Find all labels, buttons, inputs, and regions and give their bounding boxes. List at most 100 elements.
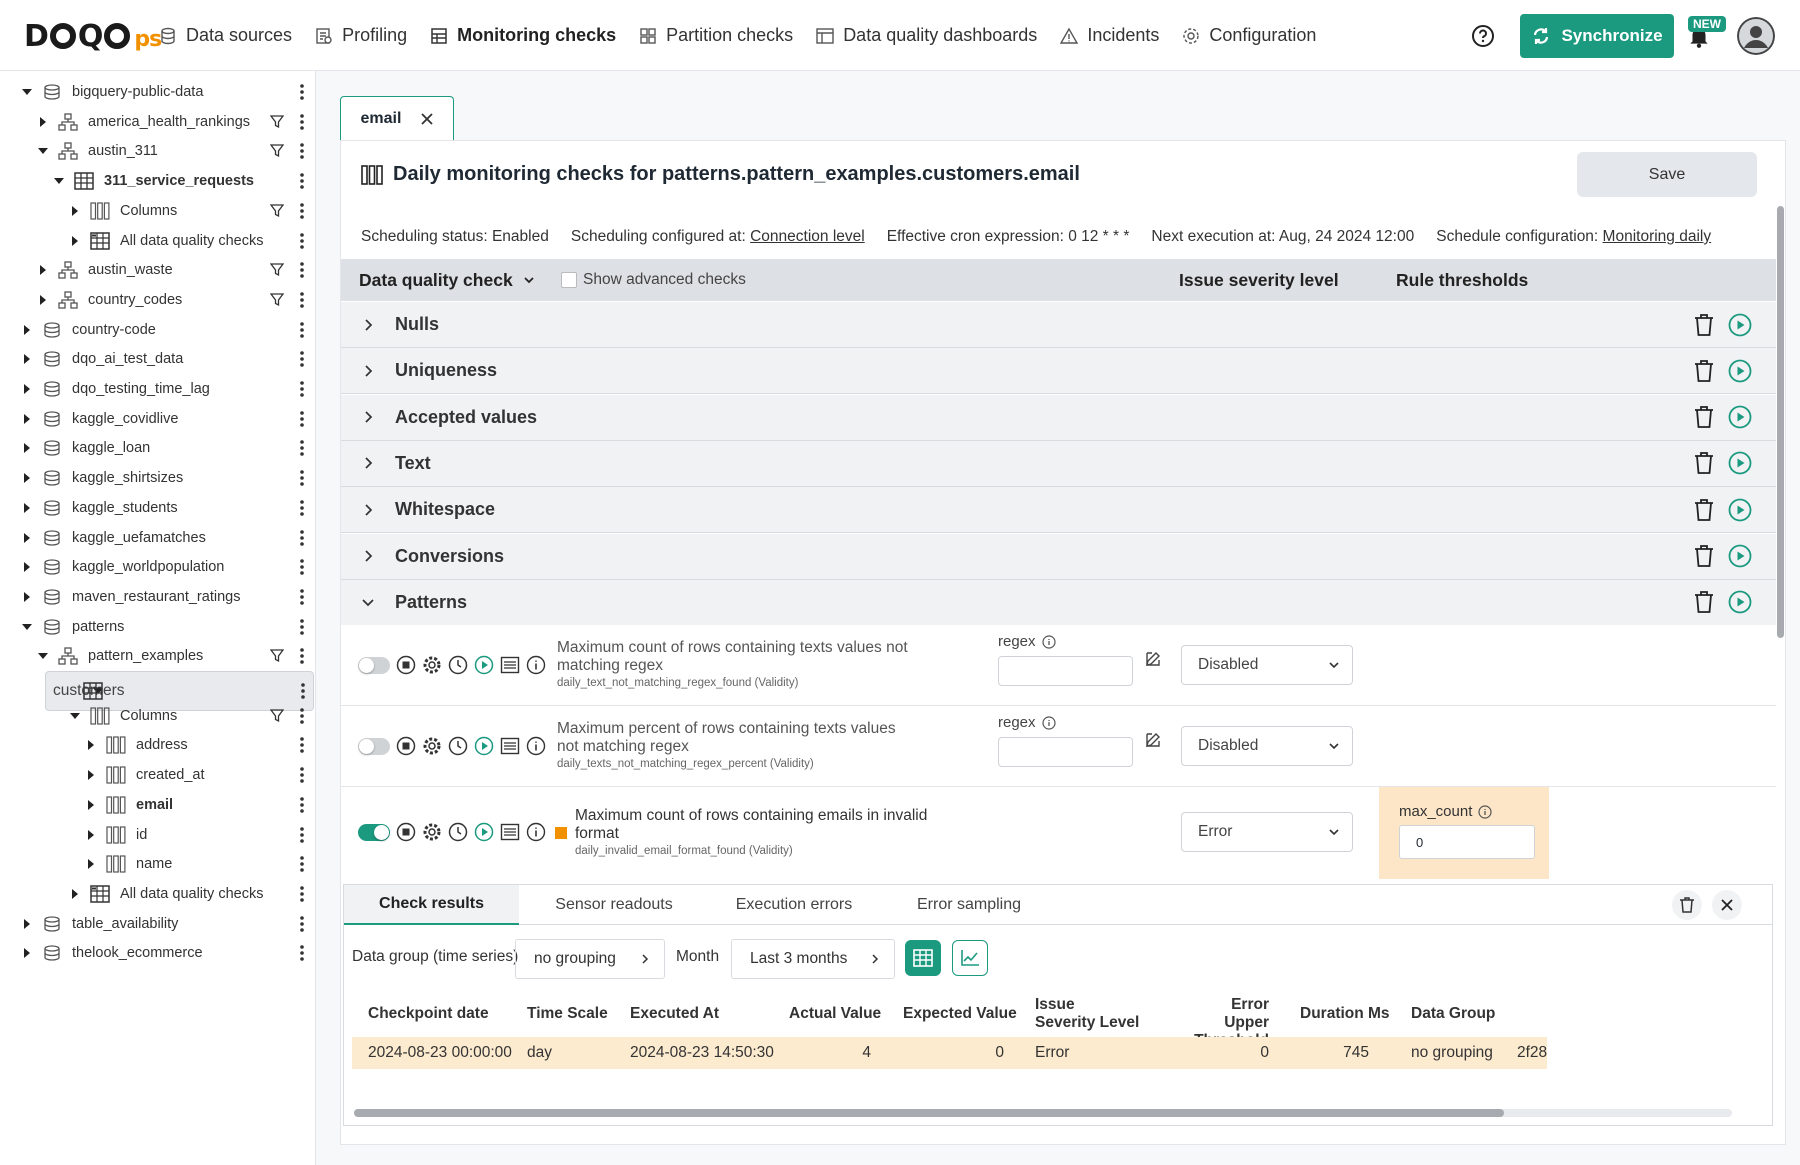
check-enable-toggle[interactable] <box>358 824 390 841</box>
tree-node[interactable]: created_at <box>0 760 314 790</box>
kebab-menu-icon[interactable] <box>299 681 307 701</box>
avatar[interactable] <box>1737 17 1775 55</box>
filter-icon[interactable] <box>270 293 284 307</box>
nav-profiling[interactable]: Profiling <box>314 25 407 46</box>
kebab-menu-icon[interactable] <box>298 884 306 904</box>
run-check-icon[interactable] <box>1728 313 1752 337</box>
tree-node[interactable]: kaggle_covidlive <box>0 404 314 434</box>
clock-icon[interactable] <box>448 822 468 842</box>
dqops-logo[interactable]: D Qps <box>24 18 162 54</box>
data-quality-check-sort[interactable]: Data quality check <box>359 270 535 291</box>
regex-input[interactable] <box>998 656 1133 686</box>
chevron-right-icon[interactable] <box>361 503 375 517</box>
caret-right-icon[interactable] <box>20 441 34 455</box>
caret-right-icon[interactable] <box>20 917 34 931</box>
category-row[interactable]: Accepted values <box>341 394 1776 441</box>
tree-node[interactable]: kaggle_shirtsizes <box>0 463 314 493</box>
tree-node[interactable]: dqo_testing_time_lag <box>0 374 314 404</box>
run-check-icon[interactable] <box>1728 544 1752 568</box>
tree-node[interactable]: maven_restaurant_ratings <box>0 582 314 612</box>
run-check-icon[interactable] <box>1728 405 1752 429</box>
tree-node[interactable]: thelook_ecommerce <box>0 938 314 968</box>
caret-right-icon[interactable] <box>68 234 82 248</box>
chevron-right-icon[interactable] <box>361 549 375 563</box>
gear-icon[interactable] <box>422 736 442 756</box>
tree-node[interactable]: country-code <box>0 315 314 345</box>
info-icon[interactable] <box>526 822 546 842</box>
kebab-menu-icon[interactable] <box>298 943 306 963</box>
caret-right-icon[interactable] <box>68 204 82 218</box>
results-list-icon[interactable] <box>500 736 520 756</box>
horizontal-scrollbar[interactable] <box>354 1109 1732 1117</box>
run-check-icon[interactable] <box>1728 590 1752 614</box>
tree-node[interactable]: country_codes <box>0 285 314 315</box>
category-row[interactable]: Nulls <box>341 302 1776 348</box>
kebab-menu-icon[interactable] <box>298 141 306 161</box>
edit-icon[interactable] <box>1144 650 1162 668</box>
tree-node[interactable]: Columns <box>0 701 314 731</box>
vertical-scrollbar[interactable] <box>1775 206 1785 1146</box>
close-results-button[interactable] <box>1712 890 1742 920</box>
category-row[interactable]: Uniqueness <box>341 348 1776 395</box>
tree-node[interactable]: Columns <box>0 196 314 226</box>
chevron-right-icon[interactable] <box>361 456 375 470</box>
run-check-icon[interactable] <box>474 736 494 756</box>
kebab-menu-icon[interactable] <box>298 468 306 488</box>
run-check-icon[interactable] <box>1728 451 1752 475</box>
results-list-icon[interactable] <box>500 655 520 675</box>
kebab-menu-icon[interactable] <box>298 557 306 577</box>
caret-right-icon[interactable] <box>84 798 98 812</box>
caret-down-icon[interactable] <box>68 709 82 723</box>
stop-icon[interactable] <box>396 822 416 842</box>
kebab-menu-icon[interactable] <box>298 231 306 251</box>
kebab-menu-icon[interactable] <box>298 646 306 666</box>
caret-right-icon[interactable] <box>20 590 34 604</box>
run-check-icon[interactable] <box>474 655 494 675</box>
tree-node[interactable]: patterns <box>0 612 314 642</box>
regex-input[interactable] <box>998 737 1133 767</box>
kebab-menu-icon[interactable] <box>298 438 306 458</box>
nav-monitoring-checks[interactable]: Monitoring checks <box>429 25 616 46</box>
tree-node[interactable]: All data quality checks <box>0 226 314 256</box>
caret-right-icon[interactable] <box>20 531 34 545</box>
tree-node[interactable]: dqo_ai_test_data <box>0 344 314 374</box>
caret-right-icon[interactable] <box>36 293 50 307</box>
info-icon[interactable] <box>1041 634 1056 649</box>
kebab-menu-icon[interactable] <box>298 171 306 191</box>
run-check-icon[interactable] <box>1728 498 1752 522</box>
show-advanced-checkbox[interactable] <box>561 272 577 288</box>
kebab-menu-icon[interactable] <box>298 617 306 637</box>
tree-node[interactable]: bigquery-public-data <box>0 77 314 107</box>
nav-incidents[interactable]: Incidents <box>1059 25 1159 46</box>
close-icon[interactable] <box>421 112 434 125</box>
trash-icon[interactable] <box>1693 498 1715 522</box>
nav-configuration[interactable]: Configuration <box>1181 25 1316 46</box>
tree-node[interactable]: kaggle_worldpopulation <box>0 552 314 582</box>
caret-right-icon[interactable] <box>20 323 34 337</box>
kebab-menu-icon[interactable] <box>298 706 306 726</box>
month-select[interactable]: Last 3 months <box>731 939 895 979</box>
caret-right-icon[interactable] <box>20 560 34 574</box>
show-advanced-checks[interactable]: Show advanced checks <box>561 271 746 289</box>
kebab-menu-icon[interactable] <box>298 587 306 607</box>
nav-dashboards[interactable]: Data quality dashboards <box>815 25 1037 46</box>
trash-icon[interactable] <box>1693 451 1715 475</box>
run-check-icon[interactable] <box>474 822 494 842</box>
kebab-menu-icon[interactable] <box>298 498 306 518</box>
stop-icon[interactable] <box>396 655 416 675</box>
tree-node[interactable]: name <box>0 849 314 879</box>
trash-icon[interactable] <box>1693 313 1715 337</box>
tab-email[interactable]: email <box>340 96 454 140</box>
tree-node[interactable]: america_health_rankings <box>0 107 314 137</box>
chevron-right-icon[interactable] <box>361 318 375 332</box>
tree-node[interactable]: austin_waste <box>0 255 314 285</box>
filter-icon[interactable] <box>270 709 284 723</box>
caret-right-icon[interactable] <box>84 857 98 871</box>
caret-down-icon[interactable] <box>52 174 66 188</box>
category-row[interactable]: Whitespace <box>341 487 1776 534</box>
tree-node[interactable]: kaggle_students <box>0 493 314 523</box>
gear-icon[interactable] <box>422 655 442 675</box>
severity-select[interactable]: Disabled <box>1181 726 1353 766</box>
caret-right-icon[interactable] <box>20 382 34 396</box>
kebab-menu-icon[interactable] <box>298 260 306 280</box>
